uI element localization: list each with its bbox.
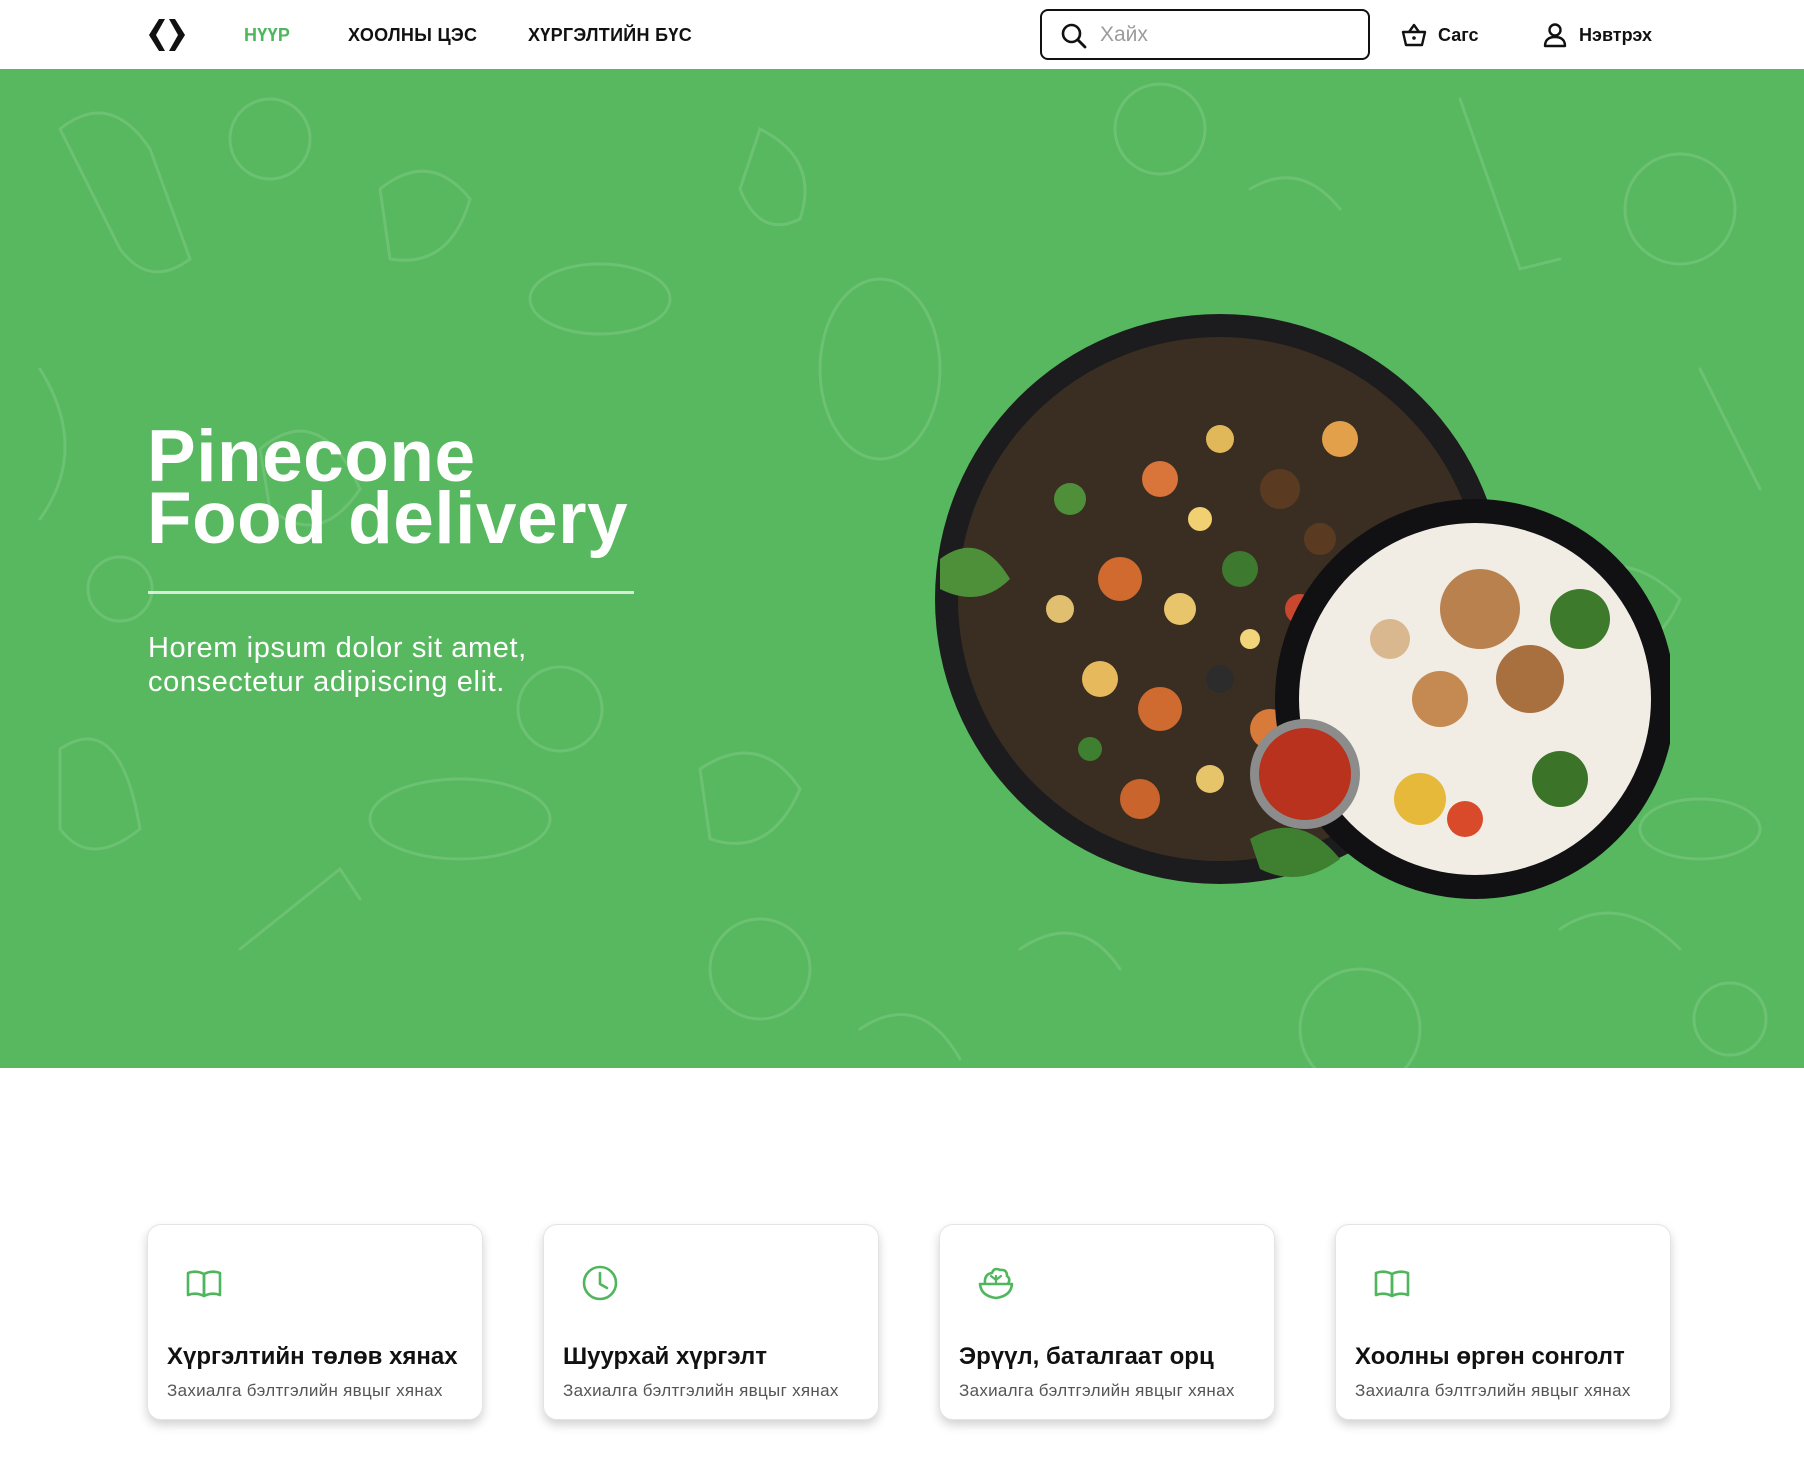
feature-desc: Захиалга бэлтгэлийн явцыг хянах	[563, 1381, 839, 1400]
search-icon	[1061, 23, 1087, 49]
user-icon	[1543, 23, 1567, 48]
feature-title: Хоолны өргөн сонголт	[1355, 1343, 1625, 1370]
feature-desc: Захиалга бэлтгэлийн явцыг хянах	[1355, 1381, 1631, 1400]
login-button[interactable]: Нэвтрэх	[1541, 18, 1652, 52]
hero-title: Pinecone Food delivery	[147, 420, 629, 559]
nav-home[interactable]: НҮҮР	[244, 24, 290, 46]
feature-card-fast-delivery[interactable]: Шуурхай хүргэлт Захиалга бэлтгэлийн явцы…	[543, 1224, 879, 1420]
feature-card-healthy[interactable]: Эрүүл, баталгаат орц Захиалга бэлтгэлийн…	[939, 1224, 1275, 1420]
feature-title: Шуурхай хүргэлт	[563, 1343, 767, 1370]
search-box[interactable]	[1040, 9, 1370, 60]
login-label: Нэвтрэх	[1579, 24, 1653, 45]
book-open-icon	[1374, 1270, 1410, 1298]
hero-subtitle: Horem ipsum dolor sit amet, consectetur …	[148, 631, 668, 699]
book-open-icon	[186, 1270, 222, 1298]
feature-desc: Захиалга бэлтгэлийн явцыг хянах	[959, 1381, 1235, 1400]
braces-logo-icon[interactable]	[145, 17, 189, 53]
hero-title-line2: Food delivery	[147, 478, 629, 559]
feature-title: Хүргэлтийн төлөв хянах	[167, 1343, 458, 1370]
hero-banner: Pinecone Food delivery Horem ipsum dolor…	[0, 69, 1804, 1068]
nav-delivery-zone[interactable]: ХҮРГЭЛТИЙН БҮС	[528, 24, 692, 46]
feature-card-wide-choice[interactable]: Хоолны өргөн сонголт Захиалга бэлтгэлийн…	[1335, 1224, 1671, 1420]
hero-subtitle-line1: Horem ipsum dolor sit amet,	[148, 632, 527, 664]
nav-menu[interactable]: ХООЛНЫ ЦЭС	[348, 24, 477, 46]
feature-card-tracking[interactable]: Хүргэлтийн төлөв хянах Захиалга бэлтгэли…	[147, 1224, 483, 1420]
feature-desc: Захиалга бэлтгэлийн явцыг хянах	[167, 1381, 443, 1400]
cart-label: Сагс	[1438, 24, 1479, 45]
hero-subtitle-line2: consectetur adipiscing elit.	[148, 666, 505, 698]
salad-bowl-icon	[978, 1267, 1014, 1300]
food-bowls-image	[935, 314, 1670, 899]
site-header: НҮҮР ХООЛНЫ ЦЭС ХҮРГЭЛТИЙН БҮС Сагс Нэвт…	[0, 0, 1804, 69]
feature-title: Эрүүл, баталгаат орц	[959, 1343, 1214, 1370]
basket-icon	[1401, 23, 1427, 47]
clock-icon	[582, 1265, 618, 1301]
cart-button[interactable]: Сагс	[1400, 18, 1479, 52]
hero-divider	[148, 591, 634, 594]
search-input[interactable]	[1100, 19, 1356, 51]
